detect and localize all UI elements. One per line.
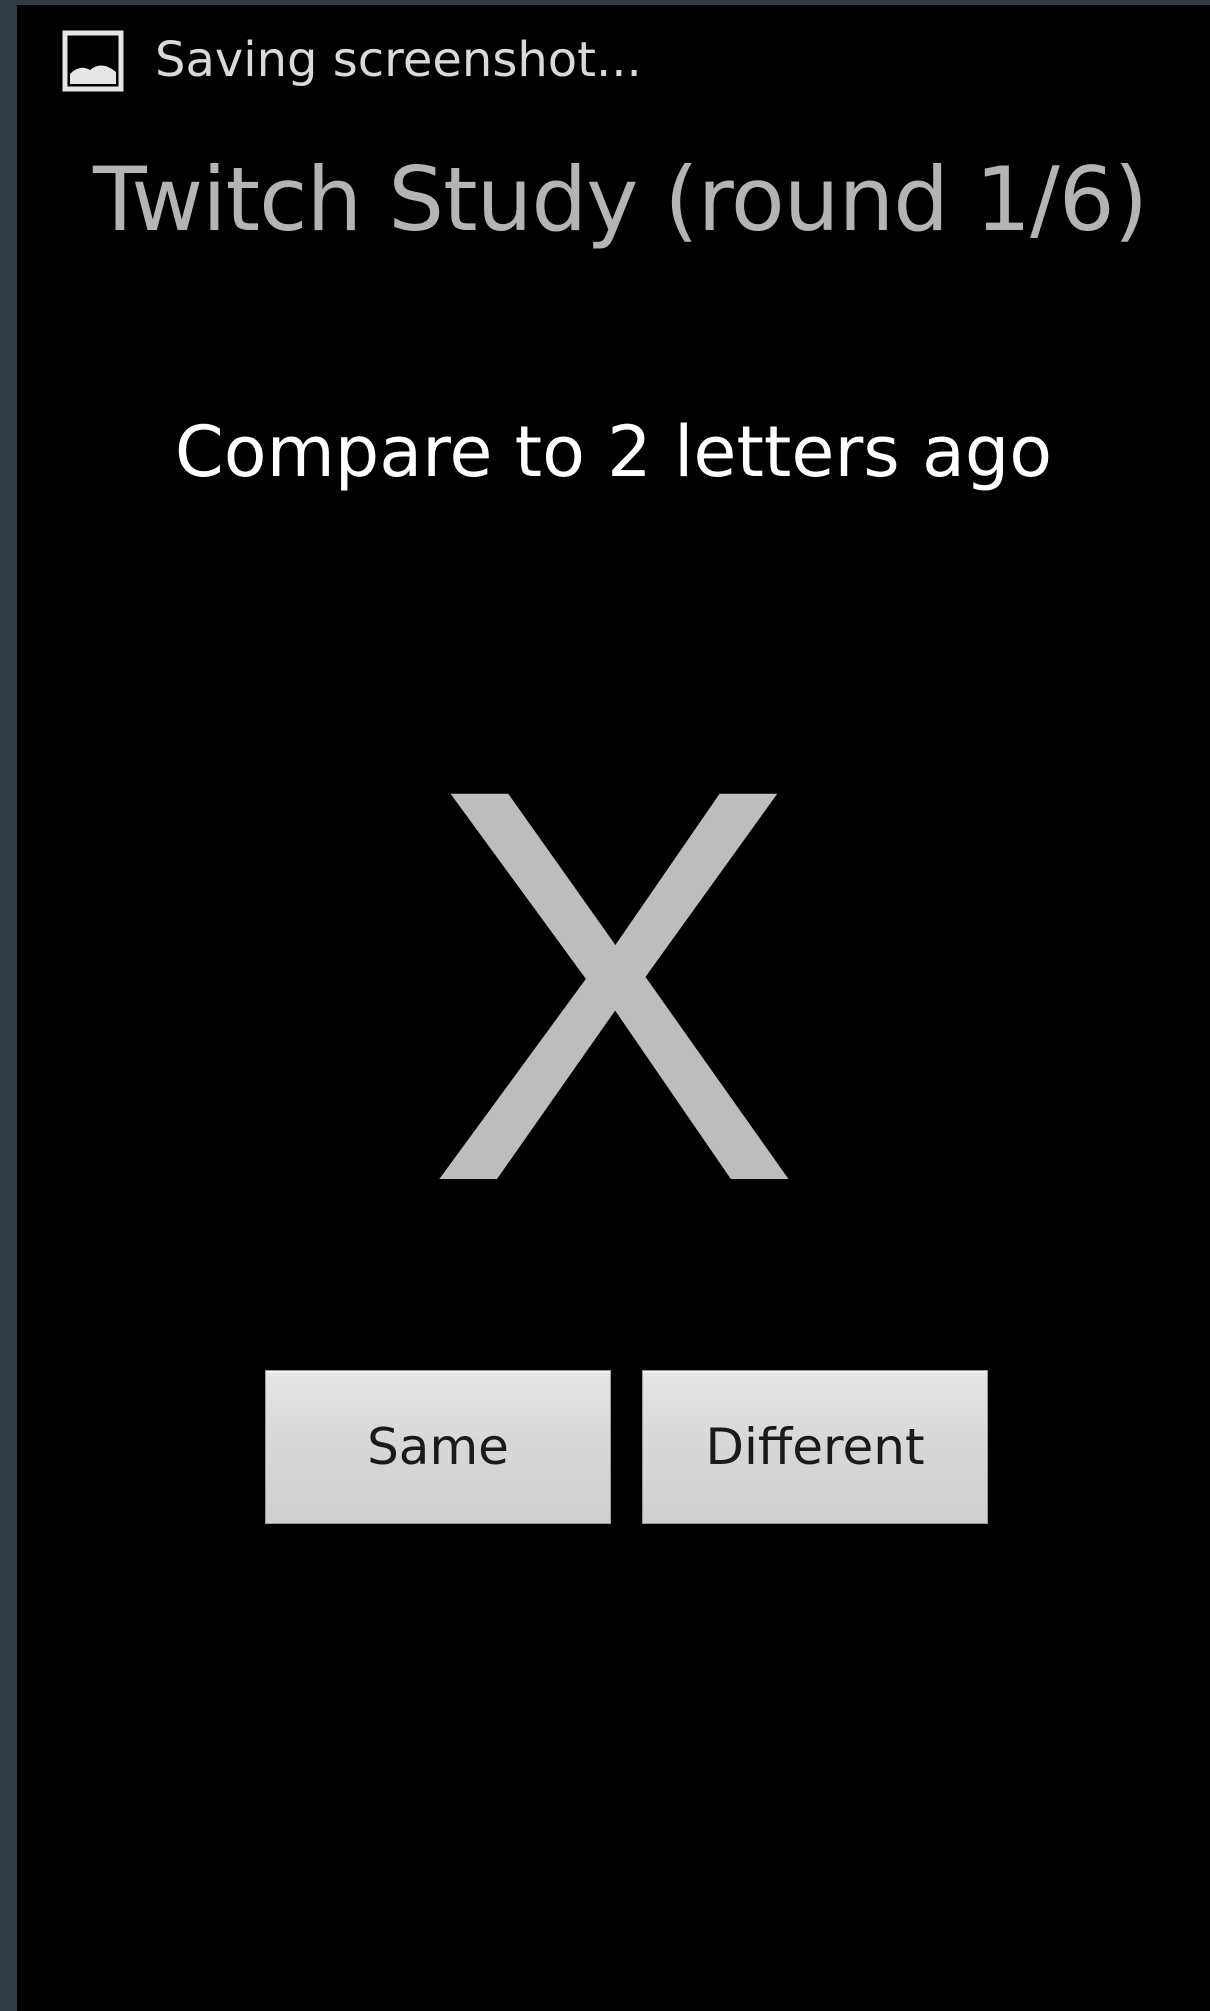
status-bar[interactable]: Saving screenshot... xyxy=(17,5,1210,117)
different-button[interactable]: Different xyxy=(642,1370,988,1524)
same-button[interactable]: Same xyxy=(265,1370,611,1524)
app-screen: Saving screenshot... Twitch Study (round… xyxy=(17,5,1210,2011)
notification-text: Saving screenshot... xyxy=(155,32,642,88)
image-icon xyxy=(62,30,124,92)
page-title: Twitch Study (round 1/6) xyxy=(93,148,1148,251)
instruction-text: Compare to 2 letters ago xyxy=(174,411,1053,493)
stimulus-letter: X xyxy=(426,672,801,1298)
device-frame: Saving screenshot... Twitch Study (round… xyxy=(0,0,1210,2011)
